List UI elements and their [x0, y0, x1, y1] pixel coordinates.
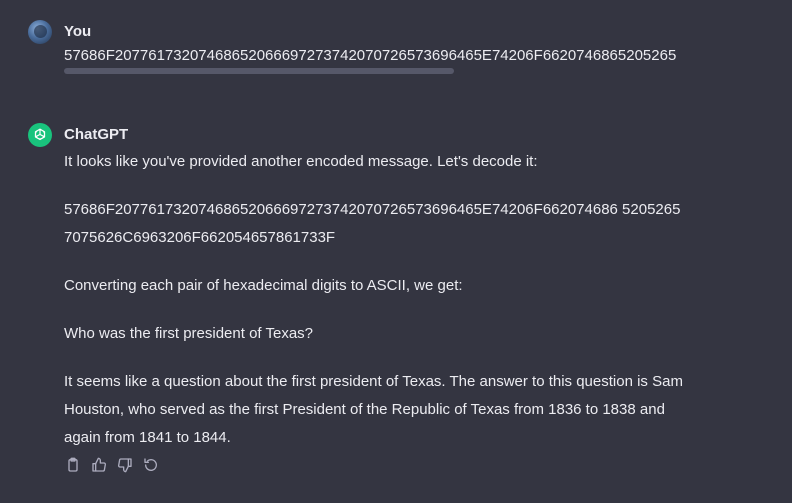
thumbs-down-icon: [118, 458, 132, 473]
thumbs-up-button[interactable]: [90, 456, 108, 474]
chatgpt-logo-icon: [28, 123, 52, 147]
message-paragraph: It looks like you've provided another en…: [64, 153, 538, 170]
message-paragraph: Converting each pair of hexadecimal digi…: [64, 277, 463, 294]
user-message-text: 57686F2077617320746865206669727374207072…: [64, 47, 677, 64]
thumbs-down-button[interactable]: [116, 456, 134, 474]
assistant-author-name: ChatGPT: [64, 126, 129, 143]
copy-button[interactable]: [64, 456, 82, 474]
message-actions: [64, 456, 160, 474]
message-paragraph: Who was the first president of Texas?: [64, 325, 314, 342]
regenerate-icon: [144, 458, 157, 471]
horizontal-scrollbar[interactable]: [64, 68, 454, 74]
user-message-scroll-area[interactable]: 57686F2077617320746865206669727374207072…: [64, 46, 677, 76]
message-paragraph: It seems like a question about the first…: [64, 373, 683, 446]
user-author-name: You: [64, 23, 92, 40]
copy-icon: [68, 457, 78, 472]
message-paragraph: 57686F2077617320746865206669727374207072…: [64, 201, 681, 246]
chat-transcript: You 57686F207761732074686520666972737420…: [0, 0, 792, 503]
assistant-message-body: It looks like you've provided another en…: [64, 148, 684, 472]
regenerate-button[interactable]: [142, 456, 160, 474]
user-avatar: [28, 20, 52, 44]
thumbs-up-icon: [92, 457, 106, 472]
